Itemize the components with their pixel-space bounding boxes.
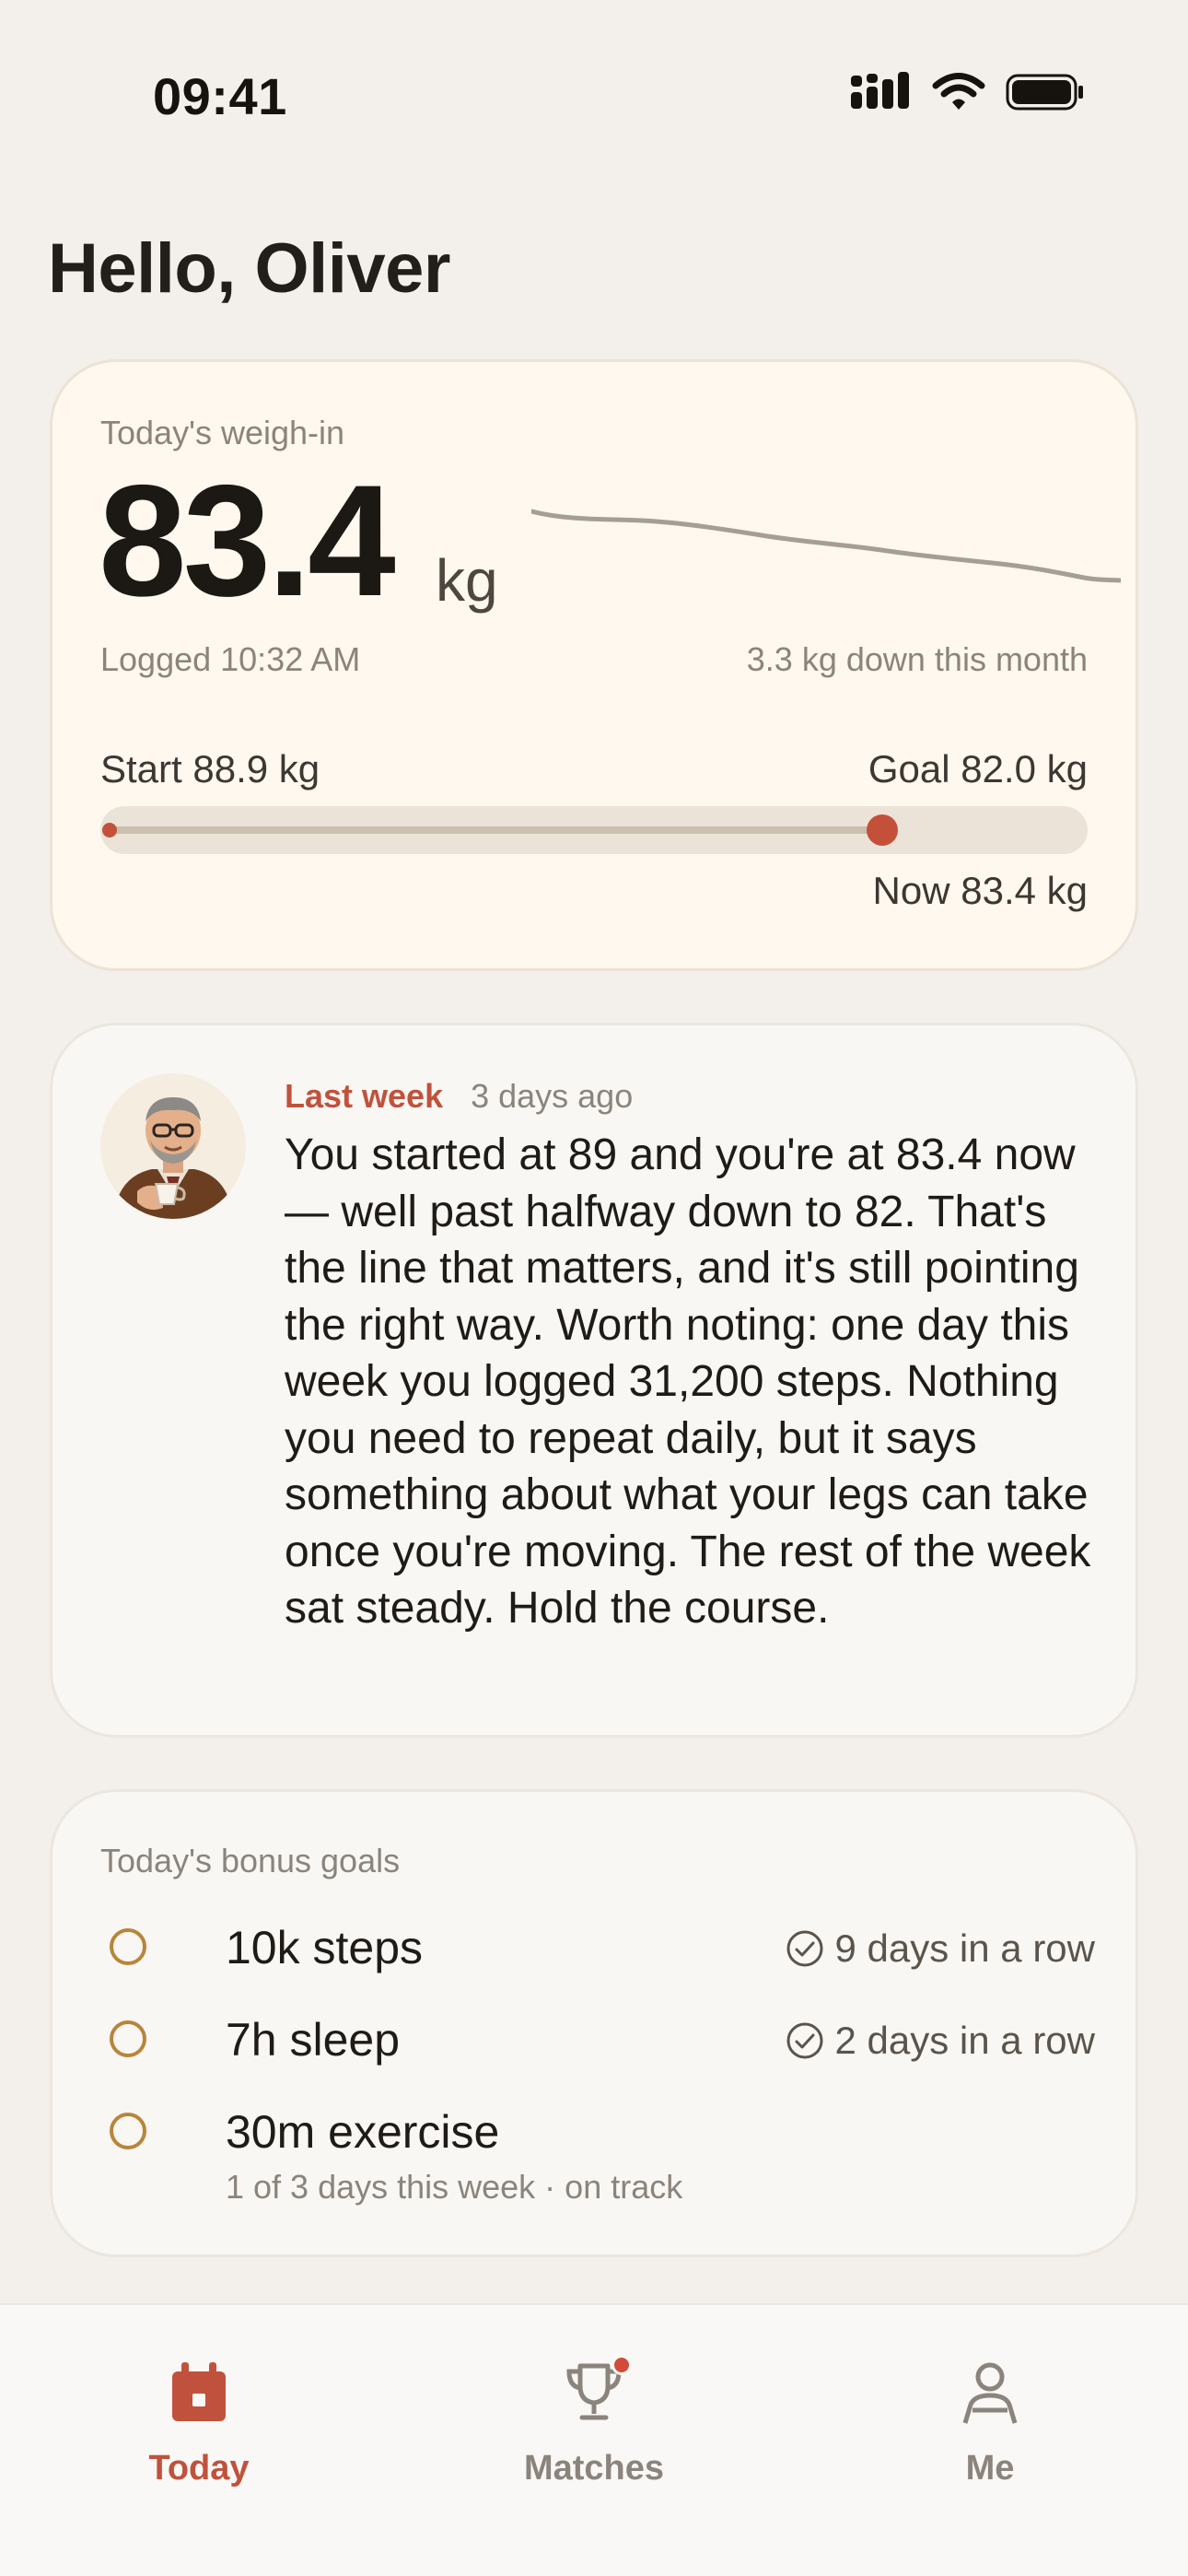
- start-weight-label: Start 88.9 kg: [100, 747, 320, 790]
- tab-bar: Today Matches Me: [0, 2303, 1188, 2576]
- status-icons: [851, 72, 1085, 112]
- wifi-icon: [932, 73, 985, 110]
- battery-icon: [1006, 74, 1083, 111]
- coach-message-time: 3 days ago: [471, 1077, 634, 1115]
- progress-fill: [110, 826, 882, 834]
- greeting-title: Hello, Oliver: [48, 229, 451, 308]
- progress-start-marker: [102, 823, 117, 837]
- tab-me[interactable]: Me: [870, 2360, 1110, 2488]
- tab-label: Today: [148, 2449, 250, 2488]
- goal-checkbox[interactable]: [110, 1928, 146, 1965]
- tab-today[interactable]: Today: [79, 2360, 319, 2488]
- check-circle-icon: [786, 1930, 823, 1967]
- weight-trend-sparkline: [531, 509, 1121, 583]
- coach-avatar: [100, 1073, 246, 1219]
- goal-progress-note: 1 of 3 days this week · on track: [226, 2168, 683, 2206]
- monthly-trend-note: 3.3 kg down this month: [746, 640, 1088, 678]
- person-icon: [962, 2362, 1018, 2424]
- weight-progress-bar: [100, 806, 1088, 854]
- coach-message-card[interactable]: Last week 3 days ago You started at 89 a…: [50, 1023, 1138, 1738]
- coach-message-title: Last week: [285, 1077, 444, 1115]
- goal-row-sleep[interactable]: 7h sleep 2 days in a row: [100, 2004, 1095, 2078]
- coach-message-header: Last week 3 days ago: [285, 1077, 633, 1116]
- goal-weight-label: Goal 82.0 kg: [868, 747, 1088, 790]
- weight-unit: kg: [436, 547, 498, 614]
- status-bar: 09:41: [0, 0, 1188, 138]
- goal-streak: 2 days in a row: [786, 2019, 1095, 2063]
- calendar-icon: [172, 2362, 226, 2421]
- logged-time: Logged 10:32 AM: [100, 640, 361, 678]
- goal-row-steps[interactable]: 10k steps 9 days in a row: [100, 1912, 1095, 1985]
- check-circle-icon: [786, 2022, 823, 2059]
- notification-badge: [611, 2355, 632, 2375]
- goal-streak-text: 2 days in a row: [834, 2019, 1095, 2062]
- goal-name: 10k steps: [226, 1922, 424, 1973]
- coach-avatar-illustration: [100, 1073, 246, 1219]
- goal-streak: 9 days in a row: [786, 1926, 1095, 1971]
- weigh-in-label: Today's weigh-in: [100, 414, 345, 451]
- current-weight: 83.4: [99, 452, 396, 629]
- bonus-goals-card: Today's bonus goals 10k steps 9 days in …: [50, 1789, 1138, 2257]
- tab-label: Matches: [523, 2449, 665, 2488]
- goal-name: 30m exercise: [226, 2106, 500, 2158]
- cellular-signal-icon: [851, 72, 909, 109]
- goal-name: 7h sleep: [226, 2014, 401, 2066]
- goal-row-exercise[interactable]: 30m exercise 1 of 3 days this week · on …: [100, 2096, 1095, 2206]
- current-weight-label: Now 83.4 kg: [872, 869, 1088, 912]
- tab-label: Me: [965, 2449, 1015, 2488]
- goal-checkbox[interactable]: [110, 2113, 146, 2149]
- bonus-goals-label: Today's bonus goals: [100, 1842, 401, 1879]
- goal-streak-text: 9 days in a row: [834, 1926, 1095, 1970]
- tab-matches[interactable]: Matches: [474, 2355, 714, 2488]
- weigh-in-card[interactable]: Today's weigh-in 83.4 kg Logged 10:32 AM…: [50, 359, 1138, 971]
- goal-checkbox[interactable]: [110, 2020, 146, 2057]
- coach-message-text: You started at 89 and you're at 83.4 now…: [285, 1130, 1091, 1633]
- status-time: 09:41: [153, 67, 287, 125]
- progress-current-marker: [866, 814, 898, 846]
